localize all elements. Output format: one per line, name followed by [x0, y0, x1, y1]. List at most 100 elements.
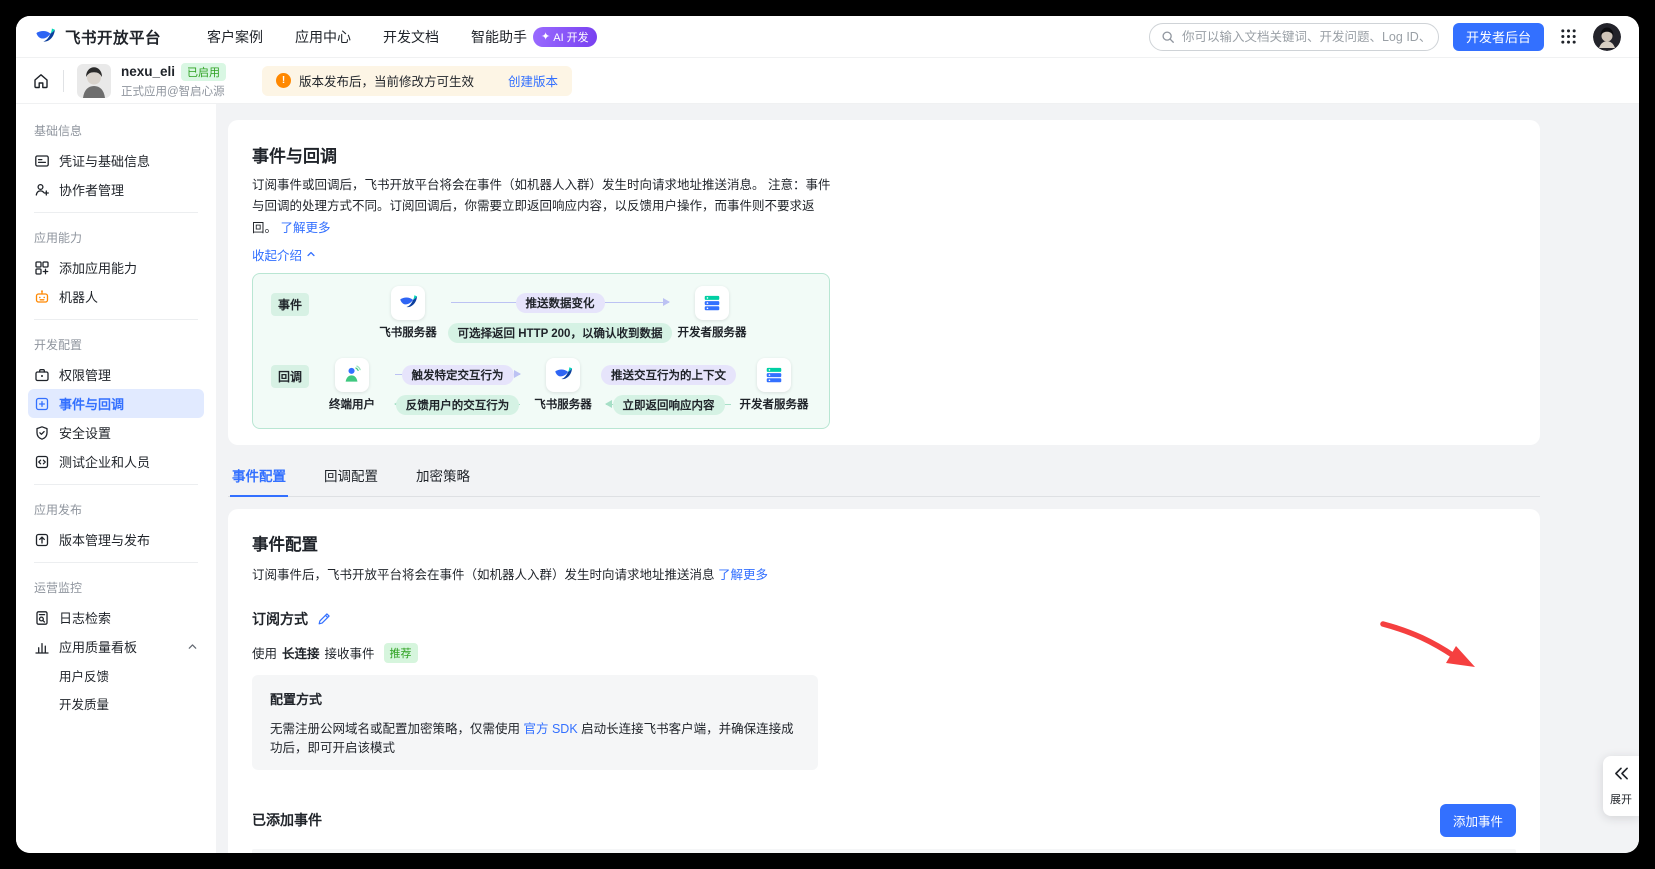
sidebar-section-devconfig: 开发配置 — [28, 328, 204, 360]
page-description: 订阅事件或回调后，飞书开放平台将会在事件（如机器人入群）发生时向请求地址推送消息… — [252, 175, 834, 239]
long-connection-mode: 长连接 — [282, 643, 320, 662]
warning-icon: ! — [276, 73, 291, 88]
ai-dev-badge: ✦AI 开发 — [533, 27, 597, 47]
user-avatar[interactable] — [1593, 23, 1621, 51]
sidebar-item-bot[interactable]: 机器人 — [28, 282, 204, 311]
trigger-interaction-arrow: 触发特定交互行为 — [393, 364, 522, 386]
event-callback-icon — [34, 396, 50, 412]
intro-card: 事件与回调 订阅事件或回调后，飞书开放平台将会在事件（如机器人入群）发生时向请求… — [228, 120, 1540, 445]
feishu-logo-icon — [546, 358, 580, 392]
brand[interactable]: 飞书开放平台 — [34, 25, 161, 48]
double-chevron-left-icon — [1613, 766, 1630, 781]
sidebar-item-log-search[interactable]: 日志检索 — [28, 603, 204, 632]
top-navigation: 飞书开放平台 客户案例 应用中心 开发文档 智能助手 ✦AI 开发 开发者后台 — [16, 16, 1639, 58]
callback-badge: 回调 — [271, 365, 309, 388]
sidebar-item-security[interactable]: 安全设置 — [28, 418, 204, 447]
home-icon[interactable] — [32, 72, 50, 90]
main-content: 事件与回调 订阅事件或回调后，飞书开放平台将会在事件（如机器人入群）发生时向请求… — [216, 104, 1639, 853]
tab-encryption-policy[interactable]: 加密策略 — [414, 459, 472, 496]
nav-item-appcenter[interactable]: 应用中心 — [295, 27, 351, 47]
sidebar-item-add-capability[interactable]: 添加应用能力 — [28, 253, 204, 282]
events-table-header: 事件名称 订阅类型 ? 所需权限（开通以下任一权限即可） 操作 — [252, 849, 1516, 853]
push-data-arrow: 推送数据变化 — [449, 292, 671, 314]
nav-item-docs[interactable]: 开发文档 — [383, 27, 439, 47]
end-user-node: 终端用户 — [315, 358, 389, 412]
event-config-title: 事件配置 — [252, 531, 1516, 555]
divider — [34, 484, 198, 485]
feishu-server-node: 飞书服务器 — [526, 358, 600, 412]
warning-text: 版本发布后，当前修改方可生效 — [299, 71, 474, 90]
event-config-description: 订阅事件后，飞书开放平台将会在事件（如机器人入群）发生时向请求地址推送消息 了解… — [252, 564, 1516, 583]
edit-pencil-icon[interactable] — [317, 612, 331, 626]
app-avatar[interactable] — [77, 64, 111, 98]
sidebar-item-credentials[interactable]: 凭证与基础信息 — [28, 146, 204, 175]
apps-grid-icon[interactable] — [1560, 28, 1577, 45]
nav-item-assistant[interactable]: 智能助手 ✦AI 开发 — [471, 27, 597, 47]
config-method-box: 配置方式 无需注册公网域名或配置加密策略，仅需使用 官方 SDK 启动长连接飞书… — [252, 675, 818, 770]
add-capability-icon — [34, 260, 50, 276]
app-window: 飞书开放平台 客户案例 应用中心 开发文档 智能助手 ✦AI 开发 开发者后台 — [16, 16, 1639, 853]
added-events-title: 已添加事件 — [252, 810, 322, 830]
bar-chart-icon — [34, 639, 50, 655]
developer-console-button[interactable]: 开发者后台 — [1453, 23, 1544, 51]
feishu-server-node: 飞书服务器 — [371, 286, 445, 340]
sidebar-item-test-org[interactable]: 测试企业和人员 — [28, 447, 204, 476]
sidebar-item-collaborators[interactable]: 协作者管理 — [28, 175, 204, 204]
sidebar-item-user-feedback[interactable]: 用户反馈 — [28, 661, 204, 689]
expand-label: 展开 — [1603, 791, 1639, 807]
divider — [34, 212, 198, 213]
tab-callback-config[interactable]: 回调配置 — [322, 459, 380, 496]
official-sdk-link[interactable]: 官方 SDK — [524, 722, 578, 736]
sidebar-item-permissions[interactable]: 权限管理 — [28, 360, 204, 389]
subscription-method-title: 订阅方式 — [252, 609, 308, 629]
app-meta: nexu_eli 已启用 正式应用@智启心源 — [121, 63, 226, 99]
sidebar-section-release: 应用发布 — [28, 493, 204, 525]
sidebar-item-version-release[interactable]: 版本管理与发布 — [28, 525, 204, 554]
sidebar-section-capabilities: 应用能力 — [28, 221, 204, 253]
collaborator-icon — [34, 182, 50, 198]
divider — [63, 70, 64, 92]
app-name: nexu_eli — [121, 64, 175, 79]
app-header: nexu_eli 已启用 正式应用@智启心源 ! 版本发布后，当前修改方可生效 … — [16, 58, 1639, 104]
sidebar-item-quality-dashboard[interactable]: 应用质量看板 — [28, 632, 204, 661]
subscription-usage-line: 使用 长连接 接收事件 推荐 — [252, 643, 1516, 663]
chevron-up-icon[interactable] — [187, 641, 198, 652]
feedback-interaction-arrow: 反馈用户的交互行为 — [393, 394, 522, 416]
sparkle-icon: ✦ — [541, 30, 550, 43]
add-event-button[interactable]: 添加事件 — [1440, 804, 1516, 837]
log-search-icon — [34, 610, 50, 626]
create-version-link[interactable]: 创建版本 — [508, 71, 558, 90]
app-subtitle: 正式应用@智启心源 — [121, 83, 226, 99]
security-shield-icon — [34, 425, 50, 441]
page-title: 事件与回调 — [252, 142, 1516, 167]
robot-icon — [34, 289, 50, 305]
sidebar-item-dev-quality[interactable]: 开发质量 — [28, 689, 204, 717]
feishu-logo-icon — [34, 25, 57, 48]
tab-event-config[interactable]: 事件配置 — [230, 459, 288, 497]
push-context-arrow: 推送交互行为的上下文 — [604, 364, 733, 386]
search-input[interactable] — [1182, 30, 1427, 44]
recommend-badge: 推荐 — [384, 643, 418, 663]
nav-menu: 客户案例 应用中心 开发文档 智能助手 ✦AI 开发 — [207, 27, 597, 47]
global-search[interactable] — [1149, 23, 1439, 51]
brand-name: 飞书开放平台 — [65, 26, 161, 48]
divider — [34, 562, 198, 563]
sidebar-section-monitoring: 运营监控 — [28, 571, 204, 603]
learn-more-link[interactable]: 了解更多 — [718, 568, 768, 582]
event-callback-diagram: 事件 飞书服务器 推送数据变化 可选择返回 HTTP 200，以确认收到数据 — [252, 273, 830, 429]
sidebar: 基础信息 凭证与基础信息 协作者管理 应用能力 添加应用能力 机器人 开发配置 — [16, 104, 216, 853]
event-config-card: 事件配置 订阅事件后，飞书开放平台将会在事件（如机器人入群）发生时向请求地址推送… — [228, 509, 1540, 853]
permission-icon — [34, 367, 50, 383]
config-tabs: 事件配置 回调配置 加密策略 — [228, 459, 1540, 497]
sidebar-item-events-callbacks[interactable]: 事件与回调 — [28, 389, 204, 418]
feishu-logo-icon — [391, 286, 425, 320]
nav-item-cases[interactable]: 客户案例 — [207, 27, 263, 47]
config-method-text: 无需注册公网域名或配置加密策略，仅需使用 官方 SDK 启动长连接飞书客户端，并… — [270, 718, 800, 756]
version-warning-banner: ! 版本发布后，当前修改方可生效 创建版本 — [262, 66, 572, 96]
server-icon — [757, 358, 791, 392]
learn-more-link[interactable]: 了解更多 — [281, 221, 331, 235]
collapse-intro-link[interactable]: 收起介绍 — [252, 245, 316, 264]
expand-panel-tab[interactable]: 展开 — [1603, 756, 1639, 816]
code-square-icon — [34, 454, 50, 470]
server-icon — [695, 286, 729, 320]
